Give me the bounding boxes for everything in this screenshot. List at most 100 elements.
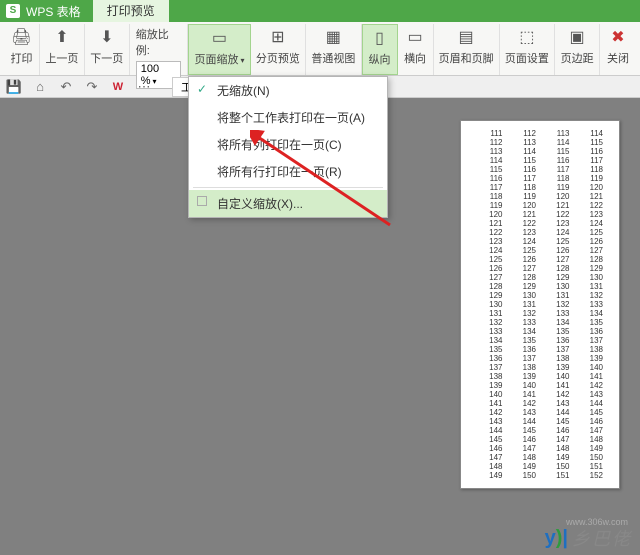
next-label: 下一页 (90, 50, 123, 66)
watermark-text: 乡巴佬 (572, 525, 632, 551)
print-label: 打印 (11, 50, 33, 66)
header-footer-label: 页眉和页脚 (439, 50, 494, 66)
table-row: 127128129130 (473, 273, 607, 282)
save-icon[interactable]: 💾 (6, 79, 22, 95)
table-row: 135136137138 (473, 345, 607, 354)
header-footer-icon: ▤ (455, 26, 477, 48)
table-row: 146147148149 (473, 444, 607, 453)
page-setup-button[interactable]: ⬚ 页面设置 (500, 24, 555, 75)
portrait-label: 纵向 (369, 51, 391, 67)
table-row: 148149150151 (473, 462, 607, 471)
chevron-down-icon: ▾ (153, 77, 157, 86)
table-row: 125126127128 (473, 255, 607, 264)
table-row: 131132133134 (473, 309, 607, 318)
ribbon: 🖨 打印 ⬆ 上一页 ⬇ 下一页 缩放比例: 100 %▾ ▭ 页面缩放▾ ⊞ … (0, 22, 640, 76)
menu-fit-columns[interactable]: 将所有列打印在一页(C) (189, 131, 387, 158)
menu-separator (193, 187, 383, 188)
app-logo: S (6, 4, 20, 18)
table-row: 147148149150 (473, 453, 607, 462)
table-row: 123124125126 (473, 237, 607, 246)
margins-button[interactable]: ▣ 页边距 (555, 24, 600, 75)
zoom-label: 缩放比例: (136, 26, 182, 58)
page-setup-label: 页面设置 (505, 50, 549, 66)
bullet-icon (197, 196, 207, 206)
table-row: 141142143144 (473, 399, 607, 408)
wps-icon[interactable]: W (110, 79, 126, 95)
home-icon[interactable]: ⌂ (32, 79, 48, 95)
app-name: WPS 表格 (26, 3, 81, 20)
close-label: 关闭 (607, 50, 629, 66)
redo-icon[interactable]: ↷ (84, 79, 100, 95)
table-row: 116117118119 (473, 174, 607, 183)
next-page-button[interactable]: ⬇ 下一页 (85, 24, 130, 75)
table-row: 143144145146 (473, 417, 607, 426)
portrait-icon: ▯ (369, 27, 391, 49)
margins-label: 页边距 (561, 50, 594, 66)
watermark: y)| 乡巴佬 (545, 525, 632, 551)
more-icon[interactable]: ⋯ (136, 79, 152, 95)
page-break-button[interactable]: ⊞ 分页预览 (251, 24, 306, 75)
arrow-up-icon: ⬆ (51, 26, 73, 48)
table-row: 132133134135 (473, 318, 607, 327)
page-setup-icon: ⬚ (516, 26, 538, 48)
table-row: 144145146147 (473, 426, 607, 435)
table-row: 113114115116 (473, 147, 607, 156)
title-bar: S WPS 表格 打印预览 (0, 0, 640, 22)
page-zoom-menu: ✓ 无缩放(N) 将整个工作表打印在一页(A) 将所有列打印在一页(C) 将所有… (188, 76, 388, 218)
printer-icon: 🖨 (11, 26, 33, 48)
print-button[interactable]: 🖨 打印 (4, 24, 40, 75)
watermark-logo: y)| (545, 527, 568, 550)
table-row: 140141142143 (473, 390, 607, 399)
table-row: 124125126127 (473, 246, 607, 255)
menu-fit-rows[interactable]: 将所有行打印在一页(R) (189, 158, 387, 185)
normal-view-label: 普通视图 (311, 50, 355, 66)
ribbon-tab-print-preview[interactable]: 打印预览 (93, 0, 169, 22)
prev-page-button[interactable]: ⬆ 上一页 (40, 24, 85, 75)
table-row: 119120121122 (473, 201, 607, 210)
page-zoom-button[interactable]: ▭ 页面缩放▾ (188, 24, 250, 75)
table-row: 128129130131 (473, 282, 607, 291)
table-row: 121122123124 (473, 219, 607, 228)
table-row: 149150151152 (473, 471, 607, 480)
normal-view-button[interactable]: ▦ 普通视图 (306, 24, 361, 75)
zoom-group: 缩放比例: 100 %▾ (130, 24, 189, 75)
table-row: 126127128129 (473, 264, 607, 273)
table-row: 118119120121 (473, 192, 607, 201)
table-row: 111112113114 (473, 129, 607, 138)
portrait-button[interactable]: ▯ 纵向 (362, 24, 398, 75)
table-row: 117118119120 (473, 183, 607, 192)
table-row: 138139140141 (473, 372, 607, 381)
menu-fit-sheet[interactable]: 将整个工作表打印在一页(A) (189, 104, 387, 131)
page-zoom-icon: ▭ (208, 27, 230, 49)
table-row: 137138139140 (473, 363, 607, 372)
table-row: 120121122123 (473, 210, 607, 219)
undo-icon[interactable]: ↶ (58, 79, 74, 95)
preview-table: 1111121131141121131141151131141151161141… (473, 129, 607, 480)
table-row: 129130131132 (473, 291, 607, 300)
header-footer-button[interactable]: ▤ 页眉和页脚 (434, 24, 500, 75)
close-button[interactable]: ✖ 关闭 (600, 24, 636, 75)
table-row: 142143144145 (473, 408, 607, 417)
table-row: 112113114115 (473, 138, 607, 147)
table-row: 114115116117 (473, 156, 607, 165)
chevron-down-icon: ▾ (240, 56, 244, 65)
landscape-button[interactable]: ▭ 横向 (398, 24, 434, 75)
margins-icon: ▣ (566, 26, 588, 48)
table-row: 122123124125 (473, 228, 607, 237)
menu-custom-zoom[interactable]: 自定义缩放(X)... (189, 190, 387, 217)
table-row: 133134135136 (473, 327, 607, 336)
close-icon: ✖ (607, 26, 629, 48)
page-break-icon: ⊞ (267, 26, 289, 48)
prev-label: 上一页 (45, 50, 78, 66)
landscape-icon: ▭ (404, 26, 426, 48)
table-row: 139140141142 (473, 381, 607, 390)
landscape-label: 横向 (404, 50, 426, 66)
page-preview: 1111121131141121131141151131141151161141… (460, 120, 620, 489)
page-zoom-label: 页面缩放▾ (194, 51, 244, 67)
table-row: 134135136137 (473, 336, 607, 345)
check-icon: ✓ (197, 82, 207, 96)
table-row: 130131132133 (473, 300, 607, 309)
table-row: 145146147148 (473, 435, 607, 444)
menu-no-zoom[interactable]: ✓ 无缩放(N) (189, 77, 387, 104)
table-row: 136137138139 (473, 354, 607, 363)
